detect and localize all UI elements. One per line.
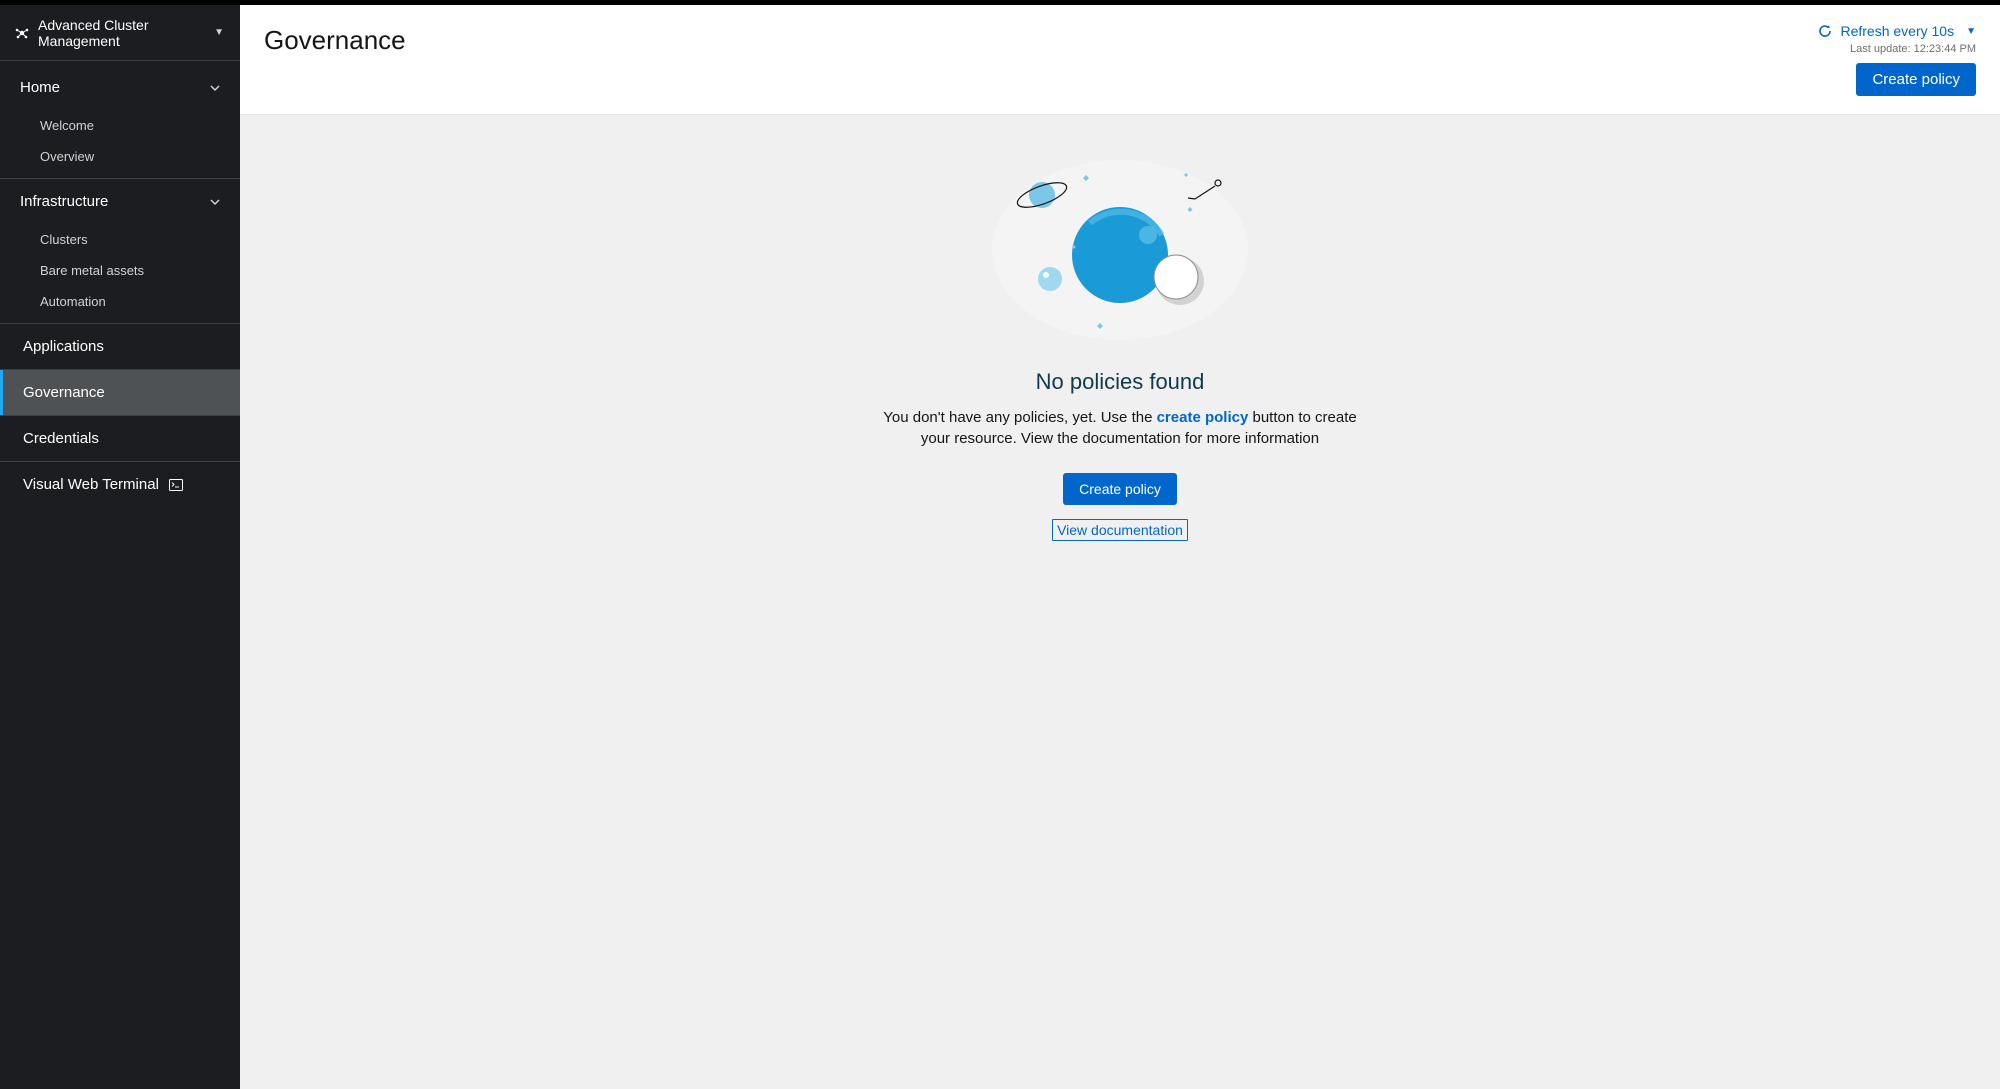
main-content: Governance Refresh every 10s ▼ Last upda… (240, 5, 2000, 1089)
view-documentation-link[interactable]: View documentation (1052, 519, 1188, 541)
sidebar-item-label: Governance (23, 384, 105, 401)
caret-down-icon: ▼ (1966, 26, 1976, 37)
product-switcher-icon (14, 25, 30, 41)
empty-state-illustration (990, 155, 1250, 345)
create-policy-inline-link[interactable]: create policy (1157, 409, 1249, 426)
sidebar-item-overview[interactable]: Overview (0, 141, 240, 172)
nav-section-infrastructure-label: Infrastructure (20, 193, 210, 210)
product-switcher-label: Advanced Cluster Management (38, 17, 214, 49)
caret-down-icon: ▼ (214, 27, 224, 38)
create-policy-button[interactable]: Create policy (1856, 63, 1976, 96)
product-switcher[interactable]: Advanced Cluster Management ▼ (0, 5, 240, 61)
sidebar-item-bare-metal-assets[interactable]: Bare metal assets (0, 255, 240, 286)
sidebar-item-credentials[interactable]: Credentials (0, 416, 240, 461)
sidebar-item-label: Visual Web Terminal (23, 476, 159, 493)
sidebar-item-applications[interactable]: Applications (0, 324, 240, 369)
chevron-down-icon (210, 197, 220, 207)
sidebar-item-visual-web-terminal[interactable]: Visual Web Terminal (0, 462, 240, 507)
sidebar-item-clusters[interactable]: Clusters (0, 224, 240, 255)
sidebar-item-governance[interactable]: Governance (0, 370, 240, 415)
chevron-down-icon (210, 83, 220, 93)
sidebar-item-label: Applications (23, 338, 104, 355)
empty-state-actions: Create policy View documentation (880, 473, 1360, 541)
page-title: Governance (264, 23, 1818, 56)
sidebar-item-label: Credentials (23, 430, 99, 447)
empty-state: No policies found You don't have any pol… (860, 155, 1380, 541)
refresh-interval-selector[interactable]: Refresh every 10s ▼ (1818, 23, 1976, 39)
empty-state-title: No policies found (880, 369, 1360, 395)
sidebar-nav: Home Welcome Overview Infrastructure (0, 61, 240, 507)
page-content: No policies found You don't have any pol… (240, 115, 2000, 1089)
nav-section-home-label: Home (20, 79, 210, 96)
sidebar-item-welcome[interactable]: Welcome (0, 110, 240, 141)
last-update-text: Last update: 12:23:44 PM (1818, 43, 1976, 55)
nav-section-infrastructure-header[interactable]: Infrastructure (0, 179, 240, 224)
terminal-icon (169, 479, 183, 491)
page-header: Governance Refresh every 10s ▼ Last upda… (240, 5, 2000, 115)
page-header-actions: Refresh every 10s ▼ Last update: 12:23:4… (1818, 23, 1976, 96)
empty-state-description: You don't have any policies, yet. Use th… (880, 407, 1360, 449)
sidebar-item-automation[interactable]: Automation (0, 286, 240, 317)
create-policy-button[interactable]: Create policy (1063, 473, 1177, 505)
sidebar: Advanced Cluster Management ▼ Home Welco… (0, 5, 240, 1089)
nav-section-infrastructure: Infrastructure Clusters Bare metal asset… (0, 179, 240, 324)
refresh-interval-label: Refresh every 10s (1840, 23, 1954, 39)
refresh-icon (1818, 24, 1832, 38)
nav-section-home: Home Welcome Overview (0, 65, 240, 179)
nav-section-home-header[interactable]: Home (0, 65, 240, 110)
